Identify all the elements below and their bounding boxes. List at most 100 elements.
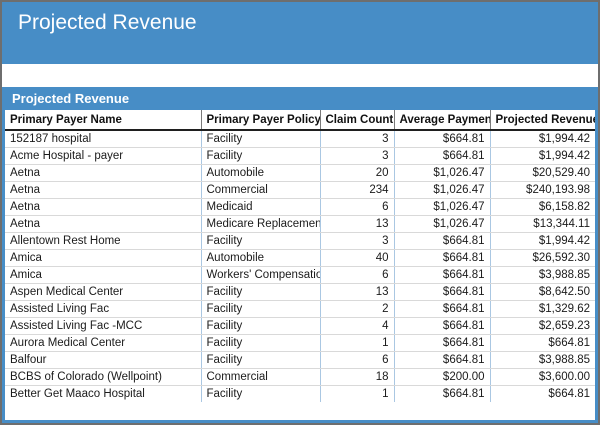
column-header-claim-count: Claim Count	[319, 110, 394, 131]
cell-primary-payer-name: 152187 hospital	[5, 130, 201, 148]
report-panel: Projected Revenue Primary Payer Name Prim…	[2, 87, 598, 423]
cell-claim-count: 40	[319, 249, 394, 267]
cell-projected-revenue: $664.81	[489, 385, 595, 402]
cell-projected-revenue: $3,600.00	[489, 368, 595, 386]
cell-primary-payer-name: Aetna	[5, 215, 201, 233]
cell-primary-payer-policy: Facility	[200, 351, 320, 369]
cell-projected-revenue: $3,988.85	[489, 266, 595, 284]
cell-primary-payer-policy: Workers' Compensation	[200, 266, 320, 284]
cell-projected-revenue: $1,994.42	[489, 130, 595, 148]
cell-claim-count: 3	[319, 232, 394, 250]
cell-average-payment: $1,026.47	[393, 164, 490, 182]
cell-primary-payer-policy: Facility	[200, 385, 320, 402]
cell-projected-revenue: $20,529.40	[489, 164, 595, 182]
cell-average-payment: $664.81	[393, 232, 490, 250]
report-title-bar: Projected Revenue	[5, 87, 595, 110]
report-title: Projected Revenue	[12, 91, 130, 106]
cell-primary-payer-name: Allentown Rest Home	[5, 232, 201, 250]
cell-primary-payer-name: Aetna	[5, 164, 201, 182]
cell-projected-revenue: $3,988.85	[489, 351, 595, 369]
cell-average-payment: $664.81	[393, 334, 490, 352]
cell-primary-payer-policy: Automobile	[200, 249, 320, 267]
cell-primary-payer-name: Balfour	[5, 351, 201, 369]
cell-primary-payer-policy: Medicaid	[200, 198, 320, 216]
cell-projected-revenue: $1,994.42	[489, 147, 595, 165]
cell-average-payment: $1,026.47	[393, 215, 490, 233]
column-header-projected-revenue: Projected Revenue	[489, 110, 595, 131]
cell-claim-count: 13	[319, 283, 394, 301]
table-row: Amica Automobile 40 $664.81 $26,592.30	[5, 249, 595, 267]
cell-projected-revenue: $664.81	[489, 334, 595, 352]
cell-primary-payer-policy: Facility	[200, 232, 320, 250]
cell-projected-revenue: $2,659.23	[489, 317, 595, 335]
window-tab-notch	[187, 2, 342, 4]
cell-average-payment: $664.81	[393, 283, 490, 301]
table-row: Aetna Commercial 234 $1,026.47 $240,193.98	[5, 181, 595, 199]
column-header-primary-payer-policy: Primary Payer Policy	[200, 110, 320, 131]
cell-average-payment: $664.81	[393, 266, 490, 284]
cell-primary-payer-policy: Medicare Replacement	[200, 215, 320, 233]
cell-primary-payer-name: BCBS of Colorado (Wellpoint)	[5, 368, 201, 386]
table-row: BCBS of Colorado (Wellpoint) Commercial 18…	[5, 368, 595, 386]
table-row: Better Get Maaco Hospital Facility 1 $664.8…	[5, 385, 595, 402]
cell-primary-payer-policy: Facility	[200, 334, 320, 352]
cell-projected-revenue: $8,642.50	[489, 283, 595, 301]
cell-claim-count: 2	[319, 300, 394, 318]
table-row: Assisted Living Fac Facility 2 $664.81 $1,32…	[5, 300, 595, 318]
column-header-average-payment: Average Payment	[393, 110, 490, 131]
cell-claim-count: 13	[319, 215, 394, 233]
cell-primary-payer-policy: Facility	[200, 147, 320, 165]
cell-average-payment: $664.81	[393, 249, 490, 267]
cell-claim-count: 1	[319, 334, 394, 352]
cell-claim-count: 3	[319, 147, 394, 165]
table-row: Amica Workers' Compensation 6 $664.81 $3,988…	[5, 266, 595, 284]
cell-average-payment: $1,026.47	[393, 198, 490, 216]
cell-projected-revenue: $13,344.11	[489, 215, 595, 233]
cell-projected-revenue: $240,193.98	[489, 181, 595, 199]
cell-primary-payer-policy: Facility	[200, 283, 320, 301]
cell-claim-count: 20	[319, 164, 394, 182]
header-spacer	[2, 64, 598, 87]
cell-average-payment: $664.81	[393, 317, 490, 335]
table-row: Aetna Medicaid 6 $1,026.47 $6,158.82	[5, 198, 595, 216]
table-row: Aurora Medical Center Facility 1 $664.81 $66…	[5, 334, 595, 352]
table-row: Aspen Medical Center Facility 13 $664.81 $8,…	[5, 283, 595, 301]
cell-projected-revenue: $26,592.30	[489, 249, 595, 267]
cell-average-payment: $664.81	[393, 300, 490, 318]
cell-primary-payer-name: Amica	[5, 266, 201, 284]
cell-primary-payer-name: Aetna	[5, 198, 201, 216]
cell-primary-payer-policy: Automobile	[200, 164, 320, 182]
cell-average-payment: $664.81	[393, 351, 490, 369]
cell-primary-payer-policy: Facility	[200, 130, 320, 148]
cell-claim-count: 3	[319, 130, 394, 148]
page-header: Projected Revenue	[2, 2, 598, 64]
cell-primary-payer-policy: Facility	[200, 300, 320, 318]
cell-primary-payer-policy: Facility	[200, 317, 320, 335]
cell-primary-payer-name: Assisted Living Fac -MCC	[5, 317, 201, 335]
column-header-primary-payer-name: Primary Payer Name	[5, 110, 201, 131]
page-title: Projected Revenue	[18, 11, 197, 34]
report-table: Primary Payer Name Primary Payer Policy Cl…	[5, 110, 595, 402]
cell-projected-revenue: $6,158.82	[489, 198, 595, 216]
cell-claim-count: 18	[319, 368, 394, 386]
cell-claim-count: 1	[319, 385, 394, 402]
cell-average-payment: $664.81	[393, 385, 490, 402]
cell-claim-count: 6	[319, 351, 394, 369]
table-row: Acme Hospital - payer Facility 3 $664.81 $1,…	[5, 147, 595, 165]
cell-primary-payer-name: Assisted Living Fac	[5, 300, 201, 318]
table-row: Balfour Facility 6 $664.81 $3,988.85	[5, 351, 595, 369]
cell-primary-payer-name: Acme Hospital - payer	[5, 147, 201, 165]
table-row: Aetna Medicare Replacement 13 $1,026.47 $13,…	[5, 215, 595, 233]
cell-average-payment: $664.81	[393, 147, 490, 165]
cell-primary-payer-name: Aspen Medical Center	[5, 283, 201, 301]
cell-primary-payer-name: Aetna	[5, 181, 201, 199]
cell-claim-count: 6	[319, 266, 394, 284]
cell-primary-payer-name: Better Get Maaco Hospital	[10, 387, 145, 400]
cell-average-payment: $664.81	[393, 130, 490, 148]
cell-primary-payer-policy: Commercial	[200, 181, 320, 199]
table-row: 152187 hospital Facility 3 $664.81 $1,994.42	[5, 130, 595, 148]
table-header-row: Primary Payer Name Primary Payer Policy Cl…	[5, 110, 595, 131]
cell-primary-payer-name: Amica	[5, 249, 201, 267]
cell-average-payment: $200.00	[393, 368, 490, 386]
cell-claim-count: 4	[319, 317, 394, 335]
